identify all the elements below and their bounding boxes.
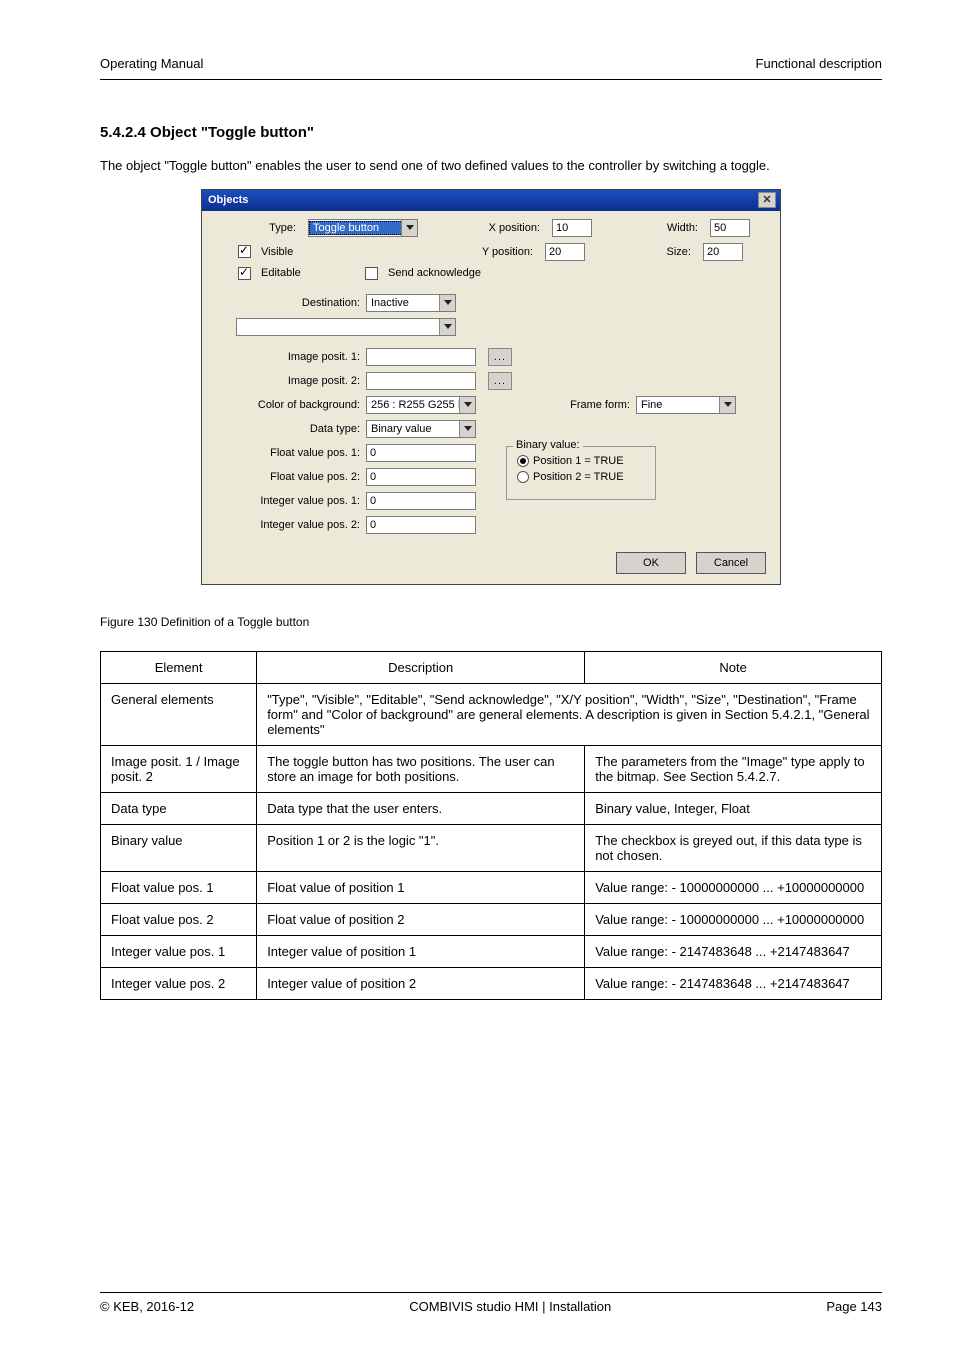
bg-select[interactable]: 256 : R255 G255 B255 (366, 396, 476, 414)
description-table: Element Description Note General element… (100, 651, 882, 1000)
img2-input[interactable] (366, 372, 476, 390)
destination-value-select[interactable] (236, 318, 456, 336)
size-label: Size: (641, 246, 697, 258)
editable-label: Editable (261, 267, 323, 279)
chevron-down-icon (439, 319, 455, 335)
frame-select[interactable]: Fine (636, 396, 736, 414)
width-input[interactable] (710, 219, 750, 237)
th-note: Note (585, 651, 882, 683)
img1-label: Image posit. 1: (216, 351, 366, 363)
img1-input[interactable] (366, 348, 476, 366)
visible-label: Visible (261, 246, 323, 258)
dtype-select[interactable]: Binary value (366, 420, 476, 438)
sendack-checkbox[interactable] (365, 267, 378, 280)
binary-opt1-label: Position 1 = TRUE (533, 455, 624, 467)
dialog-window: Objects ✕ Type: Toggle button X position… (201, 189, 781, 585)
footer-left: © KEB, 2016-12 (100, 1299, 194, 1314)
table-row: Integer value pos. 1Integer value of pos… (101, 935, 882, 967)
size-input[interactable] (703, 243, 743, 261)
binary-opt2-label: Position 2 = TRUE (533, 471, 624, 483)
sendack-label: Send acknowledge (388, 267, 481, 279)
table-row: Binary valuePosition 1 or 2 is the logic… (101, 824, 882, 871)
page-footer: © KEB, 2016-12 COMBIVIS studio HMI | Ins… (100, 1292, 882, 1314)
th-element: Element (101, 651, 257, 683)
table-row: Image posit. 1 / Image posit. 2The toggl… (101, 745, 882, 792)
chevron-down-icon (439, 295, 455, 311)
footer-center: COMBIVIS studio HMI | Installation (409, 1299, 611, 1314)
page-header: Operating Manual Functional description (100, 50, 882, 80)
dialog-title: Objects (208, 194, 248, 206)
iv2-input[interactable] (366, 516, 476, 534)
iv1-label: Integer value pos. 1: (216, 495, 366, 507)
chevron-down-icon (401, 220, 417, 236)
xpos-input[interactable] (552, 219, 592, 237)
width-label: Width: (648, 222, 704, 234)
type-label: Type: (216, 222, 302, 234)
header-left: Operating Manual (100, 56, 203, 71)
binary-opt1-radio[interactable] (517, 455, 529, 467)
ok-button[interactable]: OK (616, 552, 686, 574)
destination-select[interactable]: Inactive (366, 294, 456, 312)
binary-legend: Binary value: (513, 439, 583, 451)
bg-label: Color of background: (216, 399, 366, 411)
chevron-down-icon (459, 397, 475, 413)
intro-text: The object "Toggle button" enables the u… (100, 157, 882, 175)
th-description: Description (257, 651, 585, 683)
ypos-input[interactable] (545, 243, 585, 261)
editable-checkbox[interactable] (238, 267, 251, 280)
destination-label: Destination: (216, 297, 366, 309)
type-select[interactable]: Toggle button (308, 219, 418, 237)
table-row: General elements"Type", "Visible", "Edit… (101, 683, 882, 745)
close-icon[interactable]: ✕ (758, 192, 776, 208)
visible-checkbox[interactable] (238, 245, 251, 258)
binary-value-group: Binary value: Position 1 = TRUE Position… (506, 446, 656, 500)
binary-opt2-radio[interactable] (517, 471, 529, 483)
img1-browse-button[interactable]: ... (488, 348, 512, 366)
chevron-down-icon (459, 421, 475, 437)
fv2-input[interactable] (366, 468, 476, 486)
page: Operating Manual Functional description … (0, 0, 954, 1350)
iv2-label: Integer value pos. 2: (216, 519, 366, 531)
xpos-label: X position: (460, 222, 546, 234)
fv1-input[interactable] (366, 444, 476, 462)
dtype-label: Data type: (216, 423, 366, 435)
table-row: Data typeData type that the user enters.… (101, 792, 882, 824)
frame-label: Frame form: (526, 399, 636, 411)
fv1-label: Float value pos. 1: (216, 447, 366, 459)
chevron-down-icon (719, 397, 735, 413)
dialog-screenshot: Objects ✕ Type: Toggle button X position… (201, 189, 781, 585)
table-row: Integer value pos. 2Integer value of pos… (101, 967, 882, 999)
img2-browse-button[interactable]: ... (488, 372, 512, 390)
section-title: 5.4.2.4 Object "Toggle button" (100, 124, 882, 141)
footer-right: Page 143 (826, 1299, 882, 1314)
titlebar: Objects ✕ (202, 190, 780, 211)
cancel-button[interactable]: Cancel (696, 552, 766, 574)
table-row: Float value pos. 1Float value of positio… (101, 871, 882, 903)
ypos-label: Y position: (453, 246, 539, 258)
img2-label: Image posit. 2: (216, 375, 366, 387)
table-row: Float value pos. 2Float value of positio… (101, 903, 882, 935)
iv1-input[interactable] (366, 492, 476, 510)
fv2-label: Float value pos. 2: (216, 471, 366, 483)
header-right: Functional description (756, 56, 882, 71)
figure-label: Figure 130 Definition of a Toggle button (100, 615, 882, 629)
